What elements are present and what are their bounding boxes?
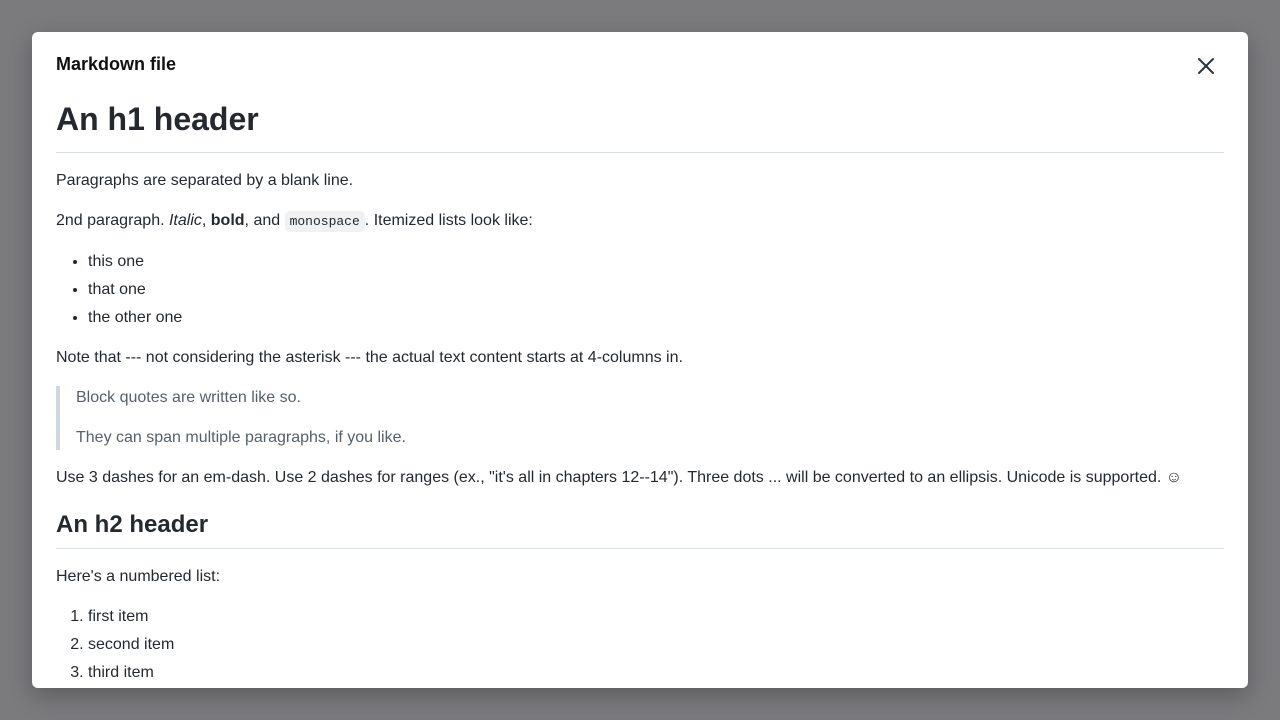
p2-sep1: , — [201, 212, 211, 229]
bold-text: bold — [210, 212, 245, 229]
numbered-intro: Here's a numbered list: — [56, 568, 221, 585]
numbered-list: first item second item third item — [56, 605, 1224, 685]
list-item: second item — [88, 633, 1224, 657]
quote-paragraph: They can span multiple paragraphs, if yo… — [76, 429, 406, 446]
monospace-text: monospace — [284, 211, 365, 232]
paragraph-2: 2nd paragraph. Italic, bold, and monospa… — [56, 209, 1224, 234]
list-item: that one — [88, 278, 1224, 302]
block-quote: Block quotes are written like so. They c… — [56, 386, 1224, 450]
list-item: the other one — [88, 306, 1224, 330]
paragraph-1: Paragraphs are separated by a blank line… — [56, 172, 354, 189]
modal-title: Markdown file — [56, 54, 177, 74]
close-button[interactable] — [1192, 52, 1220, 80]
p2-sep2: , and — [244, 212, 285, 229]
markdown-content: An h1 header Paragraphs are separated by… — [56, 98, 1224, 688]
p2-prefix: 2nd paragraph. — [56, 212, 169, 229]
list-item: third item — [88, 661, 1224, 685]
h2-header: An h2 header — [56, 510, 1224, 549]
p2-suffix: . Itemized lists look like: — [364, 212, 533, 229]
quote-paragraph: Block quotes are written like so. — [76, 389, 301, 406]
dashes-paragraph: Use 3 dashes for an em-dash. Use 2 dashe… — [56, 469, 1183, 486]
list-item: this one — [88, 250, 1224, 274]
markdown-modal: Markdown file An h1 header Paragraphs ar… — [32, 32, 1248, 688]
close-icon — [1198, 58, 1214, 74]
bullet-list: this one that one the other one — [56, 250, 1224, 330]
list-item: first item — [88, 605, 1224, 629]
note-paragraph: Note that --- not considering the asteri… — [56, 349, 683, 366]
italic-text: Italic — [168, 212, 202, 229]
h1-header: An h1 header — [56, 98, 1224, 153]
